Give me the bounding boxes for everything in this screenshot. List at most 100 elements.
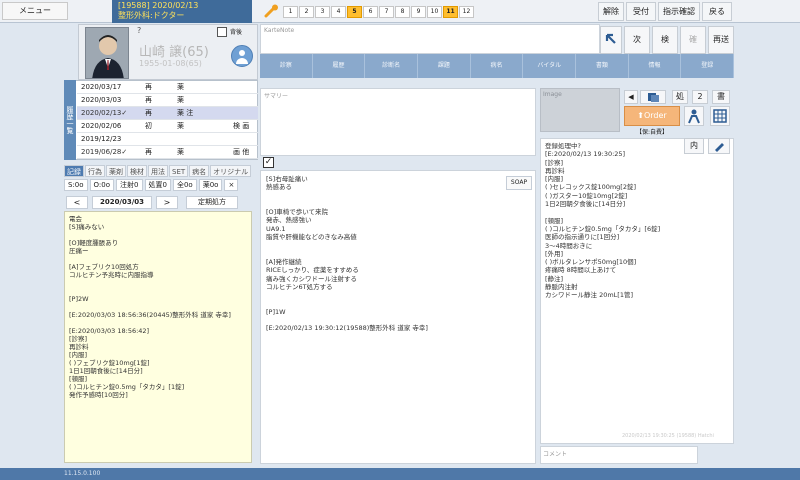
number-tab-6[interactable]: 6 <box>363 6 378 18</box>
insurance-label: 【保:自費】 <box>635 129 669 136</box>
next-button[interactable]: 次 <box>624 26 650 54</box>
patient-photo <box>85 27 129 79</box>
stat-counter[interactable]: 注射0 <box>116 179 143 191</box>
pointer-button[interactable] <box>600 26 622 54</box>
menu-button[interactable]: メニュー <box>2 2 68 20</box>
history-label: 履歴一覧 <box>64 80 76 160</box>
user-avatar-icon[interactable] <box>231 45 253 67</box>
past-record-text[interactable]: 電会 [S]痛みない [O]軽度腫脹あり 圧痛ー [A]フェブリク10回処方 コルヒチ… <box>64 211 252 463</box>
number-tab-12[interactable]: 12 <box>459 6 474 18</box>
order-button[interactable]: ⬆Order <box>624 106 680 126</box>
collapse-button[interactable]: ◀ <box>624 90 638 104</box>
number-tab-9[interactable]: 9 <box>411 6 426 18</box>
record-line: 1日2回朝夕食後に[14日分] <box>545 200 626 209</box>
two-button[interactable]: 2 <box>692 90 708 104</box>
record-tab[interactable]: 用法 <box>148 165 168 177</box>
history-row[interactable]: 2020/02/13✓ 再 薬 注 <box>77 107 258 120</box>
document-button[interactable]: 書 <box>712 90 730 104</box>
record-tab[interactable]: 検材 <box>127 165 147 177</box>
record-line: ( )フェブリク錠10mg[1錠] <box>69 359 150 367</box>
wrench-icon[interactable] <box>264 4 280 18</box>
record-line: [静注] <box>545 274 564 283</box>
category-tab[interactable]: 書類 <box>576 54 629 78</box>
image-area[interactable]: Image <box>540 88 620 132</box>
history-date: 2020/02/13✓ <box>81 109 128 117</box>
category-tab[interactable]: 診察 <box>260 54 313 78</box>
record-line: コルヒチン予兆時に内服指導 <box>69 271 154 279</box>
record-line <box>266 299 530 307</box>
history-row[interactable]: 2020/03/17 再 薬 <box>77 81 258 94</box>
record-line: ( )セレコックス錠100mg[2錠] <box>545 183 637 192</box>
order-stamp: 2020/02/13 19:30:25 (19588) Hatchi <box>622 433 714 439</box>
karte-note-field[interactable]: KarteNote <box>260 24 600 54</box>
next-date-button[interactable]: > <box>156 195 178 209</box>
history-type: 初 <box>145 122 152 130</box>
status-bar: 11.15.0.100 <box>0 468 800 480</box>
record-tab[interactable]: 薬剤 <box>106 165 126 177</box>
patient-header: [19588] 2020/02/13 整形外科:ドクター <box>112 0 252 23</box>
category-tab[interactable]: 病名 <box>471 54 524 78</box>
back-button[interactable]: 戻る <box>702 2 732 21</box>
number-tab-11[interactable]: 11 <box>443 6 458 18</box>
record-tab[interactable]: オリジナル <box>210 165 252 177</box>
prev-date-button[interactable]: < <box>66 195 88 209</box>
history-date: 2020/03/03 <box>81 96 122 104</box>
history-row[interactable]: 2020/02/06 初 薬 検 画 <box>77 120 258 133</box>
inspect-button[interactable]: 検 <box>652 26 678 54</box>
number-tab-8[interactable]: 8 <box>395 6 410 18</box>
record-checkbox[interactable]: ✓ <box>263 157 274 168</box>
category-tab[interactable]: 情報 <box>629 54 682 78</box>
number-tab-2[interactable]: 2 <box>299 6 314 18</box>
release-button[interactable]: 解除 <box>598 2 624 21</box>
record-tab[interactable]: SET <box>169 165 189 177</box>
record-tab[interactable]: 病名 <box>189 165 210 177</box>
category-tab[interactable]: 課題 <box>418 54 471 78</box>
copy-icon[interactable] <box>640 90 666 104</box>
record-tab[interactable]: 行為 <box>85 165 105 177</box>
category-tab[interactable]: バイタル <box>523 54 577 78</box>
process-button[interactable]: 処 <box>672 90 688 104</box>
soap-button[interactable]: SOAP <box>506 176 532 190</box>
stat-counter[interactable]: O:0o <box>89 179 115 191</box>
comment-field[interactable]: コメント <box>540 446 698 464</box>
reception-button[interactable]: 受付 <box>626 2 656 21</box>
number-tab-10[interactable]: 10 <box>427 6 442 18</box>
history-row[interactable]: 2019/06/28✓ 再 薬 画 他 <box>77 146 258 159</box>
history-row[interactable]: 2020/03/03 再 薬 <box>77 94 258 107</box>
internal-button[interactable]: 内 <box>684 138 704 154</box>
stat-counter[interactable]: 処置0 <box>144 179 171 191</box>
stat-counter[interactable]: 薬0o <box>198 179 223 191</box>
record-line: 再診料 <box>545 166 565 175</box>
history-date: 2020/03/17 <box>81 83 122 91</box>
record-line <box>69 287 247 295</box>
category-tab[interactable]: 登録 <box>681 54 735 78</box>
record-line: 1日1回朝食後に[14日分] <box>69 367 143 375</box>
history-kind: 薬 <box>177 148 184 156</box>
number-tab-5[interactable]: 5 <box>347 6 362 18</box>
record-tab[interactable]: 記録 <box>64 165 84 177</box>
resend-button[interactable]: 再送 <box>708 26 734 54</box>
current-record-text[interactable]: [S]右母趾痛い 熱感ある [O]車椅で歩いて来院 発赤、熱感強い UA9.1 脂質や肝… <box>260 170 536 464</box>
number-tab-4[interactable]: 4 <box>331 6 346 18</box>
grid-icon[interactable] <box>710 106 730 126</box>
history-row[interactable]: 2019/12/23 <box>77 133 258 146</box>
history-type: 再 <box>145 109 152 117</box>
stat-counter[interactable]: S:0o <box>64 179 88 191</box>
record-line: ( )ガスター10錠10mg[2錠] <box>545 191 628 200</box>
confirm-button[interactable]: 確 <box>680 26 706 54</box>
stat-counter[interactable]: 全0o <box>172 179 197 191</box>
order-record-text[interactable]: 登録処理中? [E:2020/02/13 19:30:25] [診察] 再診料 [内服]… <box>540 138 734 444</box>
number-tab-7[interactable]: 7 <box>379 6 394 18</box>
instruction-confirm-button[interactable]: 指示確認 <box>658 2 700 21</box>
category-tab[interactable]: 履歴 <box>313 54 366 78</box>
number-tab-3[interactable]: 3 <box>315 6 330 18</box>
edit-pencil-icon[interactable] <box>708 138 730 154</box>
close-icon[interactable]: × <box>224 179 239 191</box>
person-icon[interactable] <box>684 106 704 126</box>
category-tab[interactable]: 診断名 <box>365 54 419 78</box>
summary-field[interactable]: サマリー <box>260 88 536 156</box>
history-date: 2019/12/23 <box>81 135 122 143</box>
number-tab-1[interactable]: 1 <box>283 6 298 18</box>
patient-checkbox[interactable] <box>217 27 227 37</box>
fixed-prescription-button[interactable]: 定期処方 <box>186 195 238 209</box>
